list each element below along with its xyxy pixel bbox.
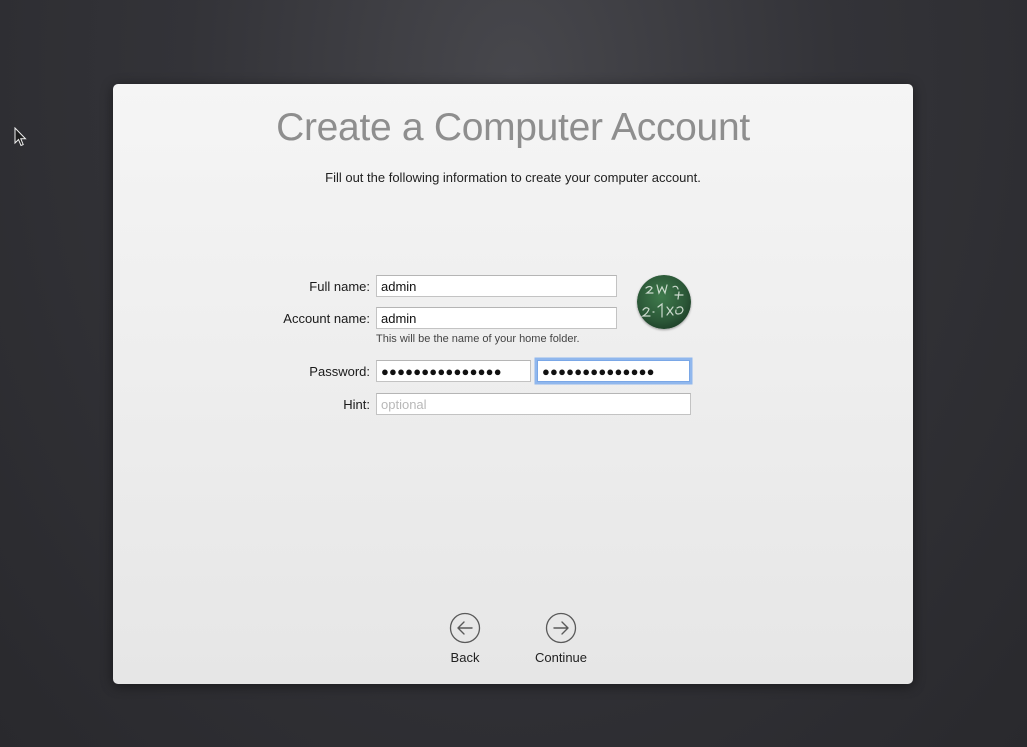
full-name-field[interactable]: admin [376,275,617,297]
verify-password-value: ●●●●●●●●●●●●●● [542,364,655,379]
back-button[interactable]: Back [425,612,505,665]
page-subtitle: Fill out the following information to cr… [325,170,701,185]
hint-placeholder: optional [381,397,427,412]
full-name-label: Full name: [309,279,370,294]
account-name-value: admin [381,311,417,326]
password-label: Password: [309,364,370,379]
continue-label: Continue [534,650,588,665]
user-avatar[interactable] [637,275,691,329]
verify-password-field[interactable]: ●●●●●●●●●●●●●● [537,360,690,382]
arrow-left-circle-icon [449,612,481,644]
password-field[interactable]: ●●●●●●●●●●●●●●● [376,360,531,382]
account-name-field[interactable]: admin [376,307,617,329]
account-name-help: This will be the name of your home folde… [376,333,580,345]
full-name-value: admin [381,279,417,294]
setup-panel: Create a Computer Account Fill out the f… [113,84,913,684]
arrow-right-circle-icon [545,612,577,644]
mouse-cursor-icon [14,127,27,147]
back-label: Back [450,650,480,665]
continue-button[interactable]: Continue [521,612,601,665]
password-value: ●●●●●●●●●●●●●●● [381,364,502,379]
account-name-label: Account name: [283,311,370,326]
hint-field[interactable]: optional [376,393,691,415]
hint-label: Hint: [343,397,370,412]
page-title: Create a Computer Account [276,106,750,149]
chalkboard-avatar-icon [637,275,691,329]
